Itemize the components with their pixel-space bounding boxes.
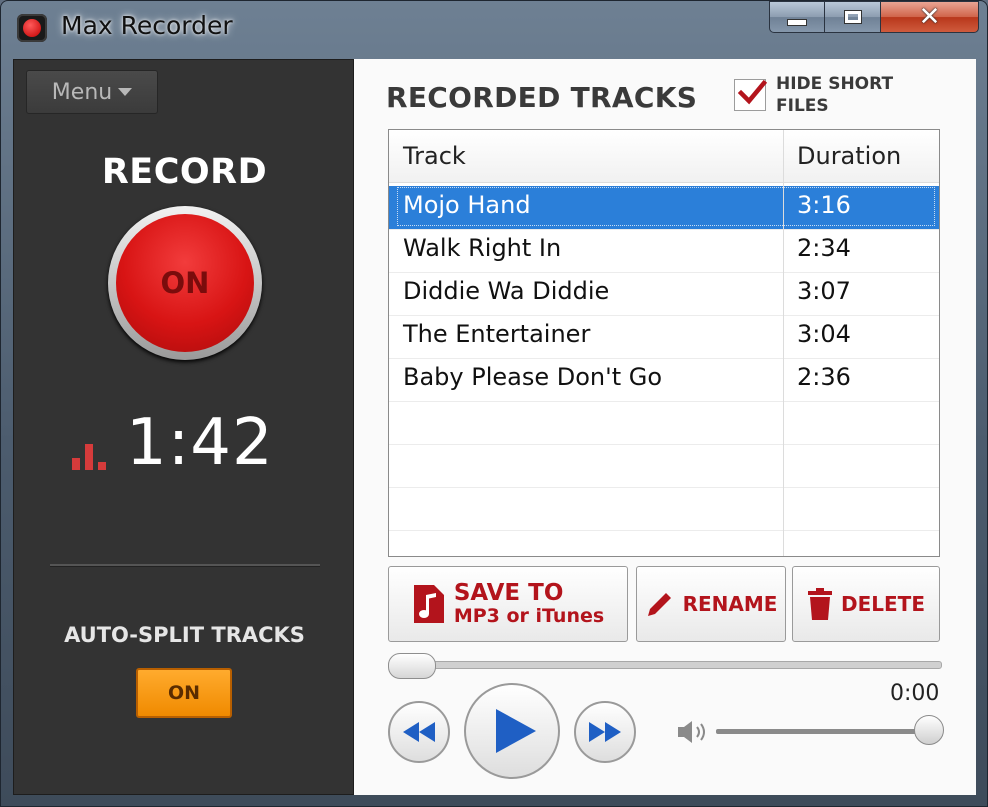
hide-short-files-label: HIDE SHORT FILES: [776, 74, 894, 116]
track-name: Walk Right In: [403, 234, 562, 262]
tracks-panel: RECORDED TRACKS HIDE SHORT FILES Track D…: [354, 59, 976, 795]
elapsed-time: 1:42: [126, 406, 274, 480]
track-duration: 3:16: [797, 191, 851, 219]
auto-split-state: ON: [167, 682, 201, 704]
app-window: Max Recorder ✕ Menu RECORD ON 1:42 AUTO-…: [0, 0, 988, 807]
table-row[interactable]: Baby Please Don't Go 2:36: [389, 358, 939, 402]
rewind-icon: [403, 722, 435, 742]
close-icon: ✕: [918, 2, 941, 32]
track-name: Baby Please Don't Go: [403, 363, 663, 391]
chevron-down-icon: [118, 88, 133, 96]
record-dot-icon: [17, 14, 47, 42]
panel-title: RECORDED TRACKS: [386, 81, 698, 114]
save-to-label: SAVE TO: [453, 579, 564, 606]
auto-split-label: AUTO-SPLIT TRACKS: [64, 623, 305, 647]
save-to-button[interactable]: SAVE TO MP3 or iTunes: [388, 566, 628, 642]
title-bar[interactable]: Max Recorder ✕: [1, 1, 988, 51]
track-name: The Entertainer: [403, 320, 591, 348]
record-button-ring: ON: [108, 206, 262, 360]
table-row[interactable]: Diddie Wa Diddie 3:07: [389, 272, 939, 316]
recorder-panel: Menu RECORD ON 1:42 AUTO-SPLIT TRACKS ON: [13, 59, 354, 795]
music-file-icon: [413, 585, 444, 623]
seek-bar[interactable]: [388, 661, 942, 669]
save-to-sublabel: MP3 or iTunes: [453, 605, 605, 628]
checkmark-icon: [737, 79, 767, 105]
play-button[interactable]: [464, 683, 560, 779]
play-icon: [496, 709, 536, 753]
delete-label: DELETE: [841, 592, 925, 616]
record-toggle-button[interactable]: ON: [116, 214, 254, 352]
maximize-icon: [843, 10, 862, 24]
track-name: Diddie Wa Diddie: [403, 277, 610, 305]
volume-slider[interactable]: [716, 729, 928, 734]
track-duration: 3:07: [797, 277, 851, 305]
table-row[interactable]: Walk Right In 2:34: [389, 229, 939, 273]
track-duration: 2:34: [797, 234, 851, 262]
volume-handle[interactable]: [914, 715, 944, 745]
record-state: ON: [160, 266, 210, 300]
delete-button[interactable]: DELETE: [792, 566, 940, 642]
audio-level-icon: [72, 440, 112, 470]
empty-row: [389, 487, 939, 531]
rename-label: RENAME: [682, 592, 778, 616]
playback-position: 0:00: [890, 681, 940, 706]
track-name: Mojo Hand: [403, 191, 531, 219]
hide-short-files-checkbox[interactable]: [734, 79, 767, 111]
column-separator: [783, 130, 784, 556]
auto-split-toggle[interactable]: ON: [136, 668, 232, 718]
window-title: Max Recorder: [61, 11, 233, 40]
seek-handle[interactable]: [388, 653, 436, 679]
menu-button[interactable]: Menu: [26, 70, 158, 114]
table-row[interactable]: Mojo Hand 3:16: [389, 186, 939, 230]
minimize-icon: [787, 18, 807, 26]
close-button[interactable]: ✕: [881, 1, 979, 33]
window-controls: ✕: [769, 1, 979, 33]
table-row[interactable]: The Entertainer 3:04: [389, 315, 939, 359]
maximize-button[interactable]: [825, 1, 881, 33]
trash-icon: [808, 588, 832, 620]
column-header-track[interactable]: Track: [403, 142, 466, 170]
empty-row: [389, 401, 939, 445]
speaker-icon[interactable]: [676, 719, 710, 745]
column-header-duration[interactable]: Duration: [797, 142, 901, 170]
empty-row: [389, 444, 939, 488]
rewind-button[interactable]: [388, 701, 450, 763]
track-duration: 3:04: [797, 320, 851, 348]
tracks-table: Track Duration Mojo Hand 3:16 Walk Right…: [388, 129, 940, 557]
record-label: RECORD: [101, 152, 268, 192]
track-duration: 2:36: [797, 363, 851, 391]
fast-forward-icon: [589, 722, 621, 742]
divider: [50, 564, 320, 567]
table-header: Track Duration: [389, 130, 939, 183]
minimize-button[interactable]: [769, 1, 825, 33]
fast-forward-button[interactable]: [574, 701, 636, 763]
pencil-icon: [647, 593, 671, 616]
rename-button[interactable]: RENAME: [636, 566, 786, 642]
menu-label: Menu: [51, 79, 113, 105]
